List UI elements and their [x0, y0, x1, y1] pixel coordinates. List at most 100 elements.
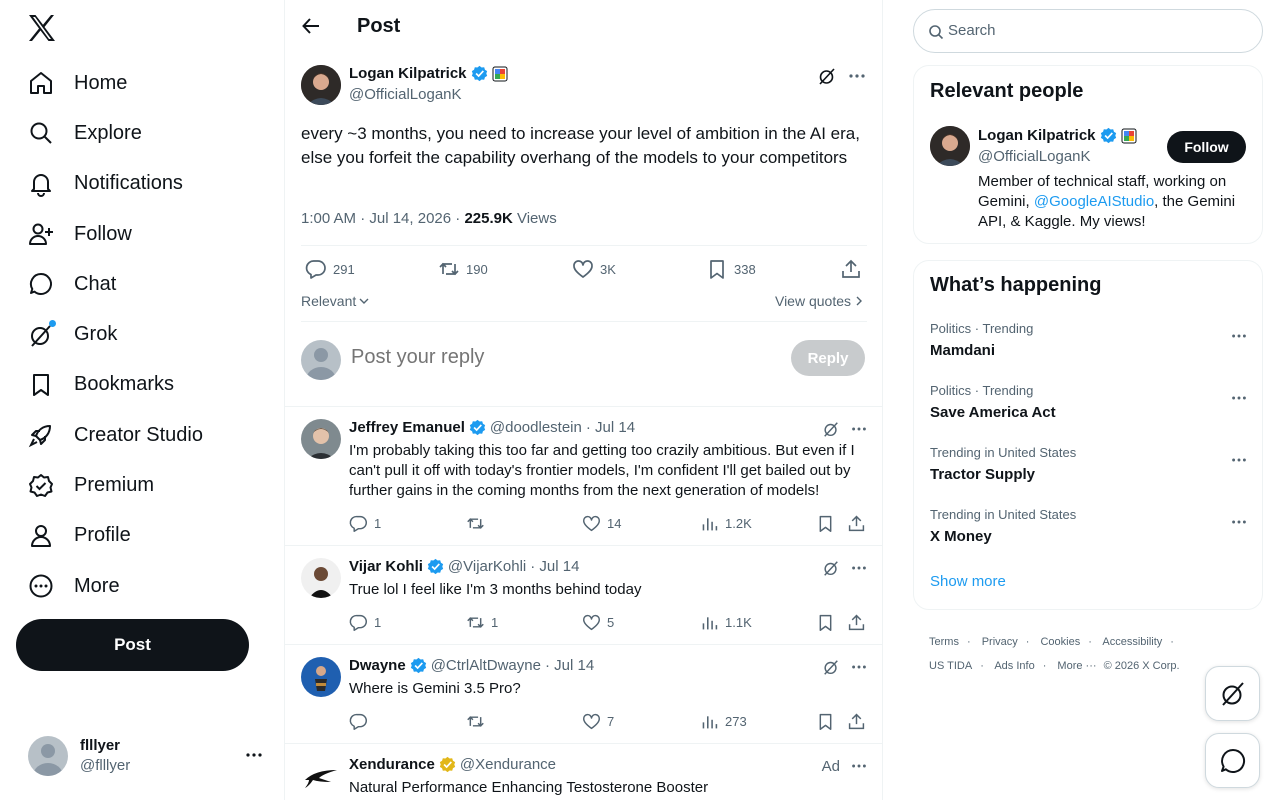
more-horizontal-icon[interactable]	[1230, 451, 1248, 469]
nav-profile[interactable]: Profile	[28, 511, 203, 561]
footer-link-more[interactable]: More ···	[1057, 660, 1096, 672]
more-horizontal-icon[interactable]	[850, 658, 868, 676]
x-logo-icon[interactable]	[26, 12, 58, 44]
reply-action[interactable]: 1	[349, 514, 381, 533]
reply-author-name[interactable]: Vijar Kohli	[349, 558, 423, 575]
account-switcher[interactable]: flllyer @flllyer	[28, 734, 273, 778]
reply-author-handle[interactable]: @doodlestein	[490, 419, 582, 436]
person-name[interactable]: Logan Kilpatrick	[978, 127, 1096, 144]
reply-avatar[interactable]	[301, 419, 341, 459]
nav-explore[interactable]: Explore	[28, 108, 203, 158]
author-handle[interactable]: @OfficialLoganK	[349, 86, 462, 103]
person-avatar[interactable]	[930, 126, 970, 166]
reply-action[interactable]	[349, 712, 374, 731]
trend-item[interactable]: Trending in United States X Money	[930, 507, 1248, 551]
nav-home[interactable]: Home	[28, 58, 203, 108]
more-horizontal-icon[interactable]	[850, 420, 868, 438]
nav-follow[interactable]: Follow	[28, 209, 203, 259]
post-timestamp[interactable]: 1:00 AM · Jul 14, 2026 ·	[301, 210, 464, 227]
view-quotes-link[interactable]: View quotes	[775, 293, 865, 309]
reply-item[interactable]: Vijar Kohli @VijarKohli · Jul 14 True lo…	[285, 545, 882, 645]
views-action[interactable]: 273	[700, 712, 747, 731]
back-arrow-icon[interactable]	[301, 16, 321, 36]
grok-floating-button[interactable]	[1205, 666, 1260, 721]
grok-icon[interactable]	[822, 658, 840, 676]
footer-link-ads-info[interactable]: Ads Info	[994, 660, 1034, 672]
bookmark-action[interactable]: 338	[706, 258, 756, 280]
more-horizontal-icon[interactable]	[850, 559, 868, 577]
grok-icon[interactable]	[822, 559, 840, 577]
reply-date[interactable]: · Jul 14	[530, 558, 579, 575]
reply-item[interactable]: Jeffrey Emanuel @doodlestein · Jul 14 I'…	[285, 406, 882, 546]
footer-link-us-tida[interactable]: US TIDA	[929, 660, 972, 672]
messages-floating-button[interactable]	[1205, 733, 1260, 788]
repost-action[interactable]: 1	[466, 613, 498, 632]
like-action[interactable]: 5	[582, 613, 614, 632]
reply-avatar[interactable]	[301, 558, 341, 598]
ad-item[interactable]: Xendurance @Xendurance Ad Natural Perfor…	[285, 743, 882, 800]
trend-item[interactable]: Trending in United States Tractor Supply	[930, 445, 1248, 489]
trend-item[interactable]: Politics · Trending Mamdani	[930, 321, 1248, 365]
repost-action[interactable]	[466, 712, 491, 731]
more-horizontal-icon[interactable]	[1230, 389, 1248, 407]
reply-avatar[interactable]	[301, 657, 341, 697]
footer-link-privacy[interactable]: Privacy	[982, 636, 1018, 648]
author-name[interactable]: Logan Kilpatrick	[349, 65, 467, 82]
reply-action[interactable]: 1	[349, 613, 381, 632]
show-more-link[interactable]: Show more	[930, 573, 1006, 590]
nav-chat[interactable]: Chat	[28, 259, 203, 309]
ad-author-handle[interactable]: @Xendurance	[460, 756, 556, 773]
author-avatar[interactable]	[301, 65, 341, 105]
trend-item[interactable]: Politics · Trending Save America Act	[930, 383, 1248, 427]
share-action[interactable]	[847, 712, 866, 731]
repost-action[interactable]	[466, 514, 491, 533]
more-horizontal-icon[interactable]	[850, 757, 868, 775]
share-action[interactable]	[840, 258, 862, 280]
nav-premium[interactable]: Premium	[28, 460, 203, 510]
reply-author-handle[interactable]: @VijarKohli	[448, 558, 526, 575]
reply-date[interactable]: · Jul 14	[586, 419, 635, 436]
views-action[interactable]: 1.1K	[700, 613, 752, 632]
share-action[interactable]	[847, 613, 866, 632]
like-action[interactable]: 3K	[572, 258, 616, 280]
person-handle[interactable]: @OfficialLoganK	[978, 148, 1091, 165]
repost-action[interactable]: 190	[438, 258, 488, 280]
like-action[interactable]: 14	[582, 514, 621, 533]
search-input[interactable]	[948, 22, 1238, 39]
person-name-row[interactable]: Logan Kilpatrick	[978, 127, 1137, 144]
more-horizontal-icon[interactable]	[1230, 513, 1248, 531]
reply-action[interactable]: 291	[305, 258, 355, 280]
grok-icon[interactable]	[822, 420, 840, 438]
share-action[interactable]	[847, 514, 866, 533]
like-action[interactable]: 7	[582, 712, 614, 731]
more-horizontal-icon[interactable]	[245, 746, 263, 764]
reply-author-name[interactable]: Dwayne	[349, 657, 406, 674]
grok-icon[interactable]	[817, 66, 837, 86]
reply-author-name[interactable]: Jeffrey Emanuel	[349, 419, 465, 436]
footer-link-terms[interactable]: Terms	[929, 636, 959, 648]
bookmark-action[interactable]	[816, 514, 835, 533]
nav-notifications[interactable]: Notifications	[28, 159, 203, 209]
views-action[interactable]: 1.2K	[700, 514, 752, 533]
nav-bookmarks[interactable]: Bookmarks	[28, 360, 203, 410]
search-box[interactable]	[913, 9, 1263, 53]
bio-mention-link[interactable]: @GoogleAIStudio	[1034, 193, 1154, 210]
reply-item[interactable]: Dwayne @CtrlAltDwayne · Jul 14 Where is …	[285, 644, 882, 744]
more-horizontal-icon[interactable]	[1230, 327, 1248, 345]
footer-link-cookies[interactable]: Cookies	[1040, 636, 1080, 648]
reply-button[interactable]: Reply	[791, 340, 865, 376]
bookmark-action[interactable]	[816, 613, 835, 632]
reply-input[interactable]	[351, 346, 771, 369]
ad-author-name[interactable]: Xendurance	[349, 756, 435, 773]
reply-date[interactable]: · Jul 14	[545, 657, 594, 674]
nav-grok[interactable]: Grok	[28, 309, 203, 359]
follow-button[interactable]: Follow	[1167, 131, 1246, 163]
advertiser-logo[interactable]	[301, 756, 341, 796]
bookmark-action[interactable]	[816, 712, 835, 731]
post-button[interactable]: Post	[16, 619, 249, 671]
more-horizontal-icon[interactable]	[847, 66, 867, 86]
footer-link-accessibility[interactable]: Accessibility	[1102, 636, 1162, 648]
nav-more[interactable]: More	[28, 561, 203, 611]
author-name-row[interactable]: Logan Kilpatrick	[349, 65, 508, 82]
reply-sort-dropdown[interactable]: Relevant	[301, 293, 370, 309]
